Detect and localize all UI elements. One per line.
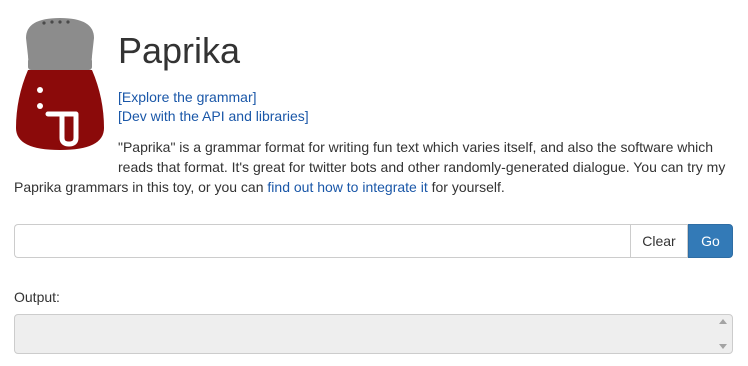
scroll-up-icon[interactable] (719, 319, 727, 324)
page-title: Paprika (118, 30, 241, 71)
output-label: Output: (14, 289, 60, 305)
page: Paprika [Explore the grammar] [Dev with … (0, 0, 748, 366)
dev-api-link[interactable]: [Dev with the API and libraries] (118, 107, 309, 126)
integrate-link[interactable]: find out how to integrate it (267, 179, 427, 195)
paprika-shaker-icon (16, 18, 104, 150)
go-button[interactable]: Go (688, 224, 733, 258)
input-group: Clear Go (14, 224, 733, 258)
intro-text-end: for yourself. (427, 179, 505, 195)
scroll-down-icon[interactable] (719, 344, 727, 349)
explore-grammar-link[interactable]: [Explore the grammar] (118, 88, 309, 107)
scrollbar[interactable] (718, 319, 728, 349)
nav-links: [Explore the grammar] [Dev with the API … (118, 88, 309, 126)
grammar-input[interactable] (14, 224, 630, 258)
clear-button[interactable]: Clear (630, 224, 688, 258)
output-textarea[interactable] (14, 314, 733, 354)
intro-paragraph: "Paprika" is a grammar format for writin… (14, 137, 734, 197)
